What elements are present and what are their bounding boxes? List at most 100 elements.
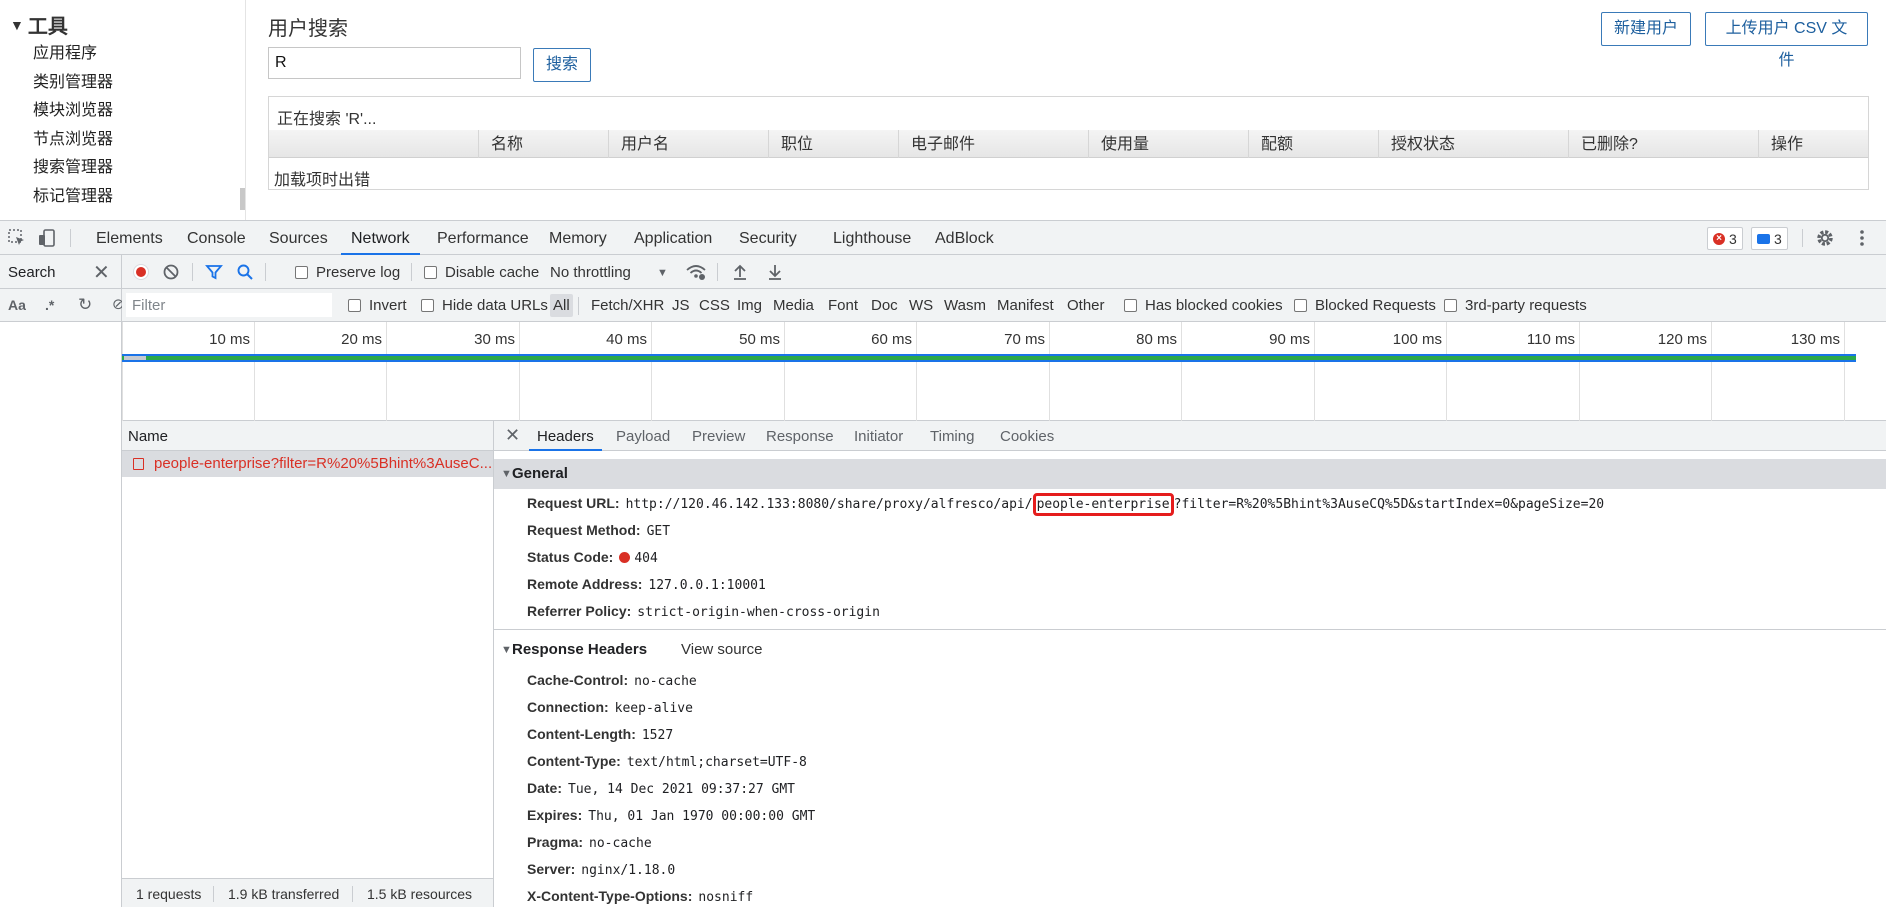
has-blocked-cookies-checkbox[interactable] [1124, 299, 1137, 312]
export-har-icon[interactable] [767, 263, 783, 285]
sidebar-section-label: 工具 [27, 16, 68, 38]
throttling-select[interactable]: No throttling [550, 264, 631, 281]
tab-timing[interactable]: Timing [930, 421, 974, 451]
sidebar-item-applications[interactable]: 应用程序 [33, 40, 113, 69]
error-count-badge[interactable]: × 3 [1707, 227, 1743, 250]
filter-type-all[interactable]: All [550, 294, 573, 317]
clear-log-icon[interactable] [162, 263, 180, 285]
column-header-job-title[interactable]: 职位 [768, 130, 898, 158]
filter-type-js[interactable]: JS [672, 297, 690, 314]
tab-adblock[interactable]: AdBlock [935, 221, 994, 255]
sidebar-item-node-browser[interactable]: 节点浏览器 [33, 126, 113, 155]
user-search-input[interactable] [268, 47, 521, 79]
close-details-icon[interactable]: ✕ [505, 425, 520, 446]
filter-type-font[interactable]: Font [828, 297, 858, 314]
filter-type-img[interactable]: Img [737, 297, 762, 314]
tab-headers[interactable]: Headers [529, 421, 602, 451]
tab-preview[interactable]: Preview [692, 421, 745, 451]
tab-performance[interactable]: Performance [437, 221, 529, 255]
upload-csv-button[interactable]: 上传用户 CSV 文件 [1705, 12, 1868, 69]
third-party-checkbox[interactable] [1444, 299, 1457, 312]
sidebar-item-search-manager[interactable]: 搜索管理器 [33, 154, 113, 183]
sidebar-item-tag-manager[interactable]: 标记管理器 [33, 183, 113, 212]
filter-type-media[interactable]: Media [773, 297, 814, 314]
request-waiting-segment [124, 356, 146, 360]
close-icon[interactable]: ✕ [93, 260, 110, 285]
tab-elements[interactable]: Elements [96, 221, 163, 255]
column-header-auth-status[interactable]: 授权状态 [1378, 130, 1568, 158]
sidebar-scrollbar[interactable] [240, 188, 245, 210]
tab-application[interactable]: Application [634, 221, 712, 255]
response-header-row: Content-Type: text/html;charset=UTF-8 [527, 753, 807, 770]
regex-icon[interactable]: .* [45, 297, 54, 313]
request-name: people-enterprise?filter=R%20%5Bhint%3Au… [154, 455, 493, 472]
filter-type-wasm[interactable]: Wasm [944, 297, 986, 314]
column-header-quota[interactable]: 配额 [1248, 130, 1378, 158]
network-overview-timeline[interactable]: 10 ms 20 ms 30 ms 40 ms 50 ms 60 ms 70 m… [122, 322, 1886, 421]
response-headers-section-header[interactable]: ▼ Response Headers View source [494, 635, 1886, 665]
view-source-link[interactable]: View source [681, 635, 762, 665]
overview-tick: 40 ms [519, 322, 651, 421]
hide-data-urls-checkbox[interactable] [421, 299, 434, 312]
message-count-badge[interactable]: 3 [1751, 227, 1788, 250]
more-options-icon[interactable] [1852, 228, 1872, 248]
request-row[interactable]: people-enterprise?filter=R%20%5Bhint%3Au… [122, 451, 493, 477]
tab-lighthouse[interactable]: Lighthouse [833, 221, 911, 255]
column-header-email[interactable]: 电子邮件 [898, 130, 1088, 158]
request-url-value[interactable]: http://120.46.142.133:8080/share/proxy/a… [626, 493, 1604, 516]
invert-checkbox[interactable] [348, 299, 361, 312]
search-status: 正在搜索 'R'... [277, 111, 377, 128]
new-user-button[interactable]: 新建用户 [1601, 12, 1692, 46]
request-list-header-name[interactable]: Name [122, 421, 493, 451]
column-header-usage[interactable]: 使用量 [1088, 130, 1248, 158]
tab-console[interactable]: Console [187, 221, 246, 255]
filter-type-manifest[interactable]: Manifest [997, 297, 1054, 314]
tab-response[interactable]: Response [766, 421, 834, 451]
preserve-log-checkbox[interactable] [295, 266, 308, 279]
section-divider [494, 629, 1886, 630]
tab-sources[interactable]: Sources [269, 221, 328, 255]
blocked-requests-checkbox[interactable] [1294, 299, 1307, 312]
general-section-header[interactable]: ▼ General [494, 459, 1886, 489]
filter-type-fetch-xhr[interactable]: Fetch/XHR [591, 297, 664, 314]
sidebar-section-tools[interactable]: ▼ 工具 [10, 10, 68, 39]
chevron-down-icon[interactable]: ▼ [657, 267, 668, 279]
record-button[interactable] [133, 264, 149, 280]
overview-tick: 90 ms [1181, 322, 1314, 421]
tab-memory[interactable]: Memory [549, 221, 607, 255]
column-header-name[interactable]: 名称 [478, 130, 608, 158]
filter-type-other[interactable]: Other [1067, 297, 1105, 314]
refresh-icon[interactable]: ↻ [78, 295, 92, 315]
filter-type-css[interactable]: CSS [699, 297, 730, 314]
tab-payload[interactable]: Payload [616, 421, 670, 451]
response-header-row: Server: nginx/1.18.0 [527, 861, 676, 878]
sidebar-item-module-browser[interactable]: 模块浏览器 [33, 97, 113, 126]
column-header-username[interactable]: 用户名 [608, 130, 768, 158]
column-header-deleted[interactable]: 已删除? [1568, 130, 1758, 158]
toolbar-separator [411, 263, 412, 281]
column-header-select[interactable] [269, 130, 478, 158]
inspect-element-icon[interactable] [7, 228, 27, 248]
web-app: ▼ 工具 应用程序 类别管理器 模块浏览器 节点浏览器 搜索管理器 标记管理器 … [0, 0, 1886, 220]
search-button[interactable]: 搜索 [533, 48, 592, 82]
disable-cache-checkbox[interactable] [424, 266, 437, 279]
tab-network[interactable]: Network [341, 221, 420, 255]
sidebar-item-category-manager[interactable]: 类别管理器 [33, 69, 113, 98]
filter-type-ws[interactable]: WS [909, 297, 933, 314]
filter-icon[interactable] [205, 263, 223, 285]
tab-security[interactable]: Security [739, 221, 797, 255]
import-har-icon[interactable] [732, 263, 748, 285]
filter-type-doc[interactable]: Doc [871, 297, 898, 314]
settings-gear-icon[interactable] [1815, 228, 1835, 248]
results-panel: 正在搜索 'R'... 名称 用户名 职位 电子邮件 使用量 配额 授权状态 已… [268, 96, 1869, 190]
match-case-icon[interactable]: Aa [8, 297, 26, 313]
tab-cookies[interactable]: Cookies [1000, 421, 1054, 451]
network-conditions-icon[interactable] [685, 262, 707, 286]
device-toolbar-icon[interactable] [37, 228, 57, 248]
column-header-actions[interactable]: 操作 [1758, 130, 1868, 158]
tab-initiator[interactable]: Initiator [854, 421, 903, 451]
toolbar-separator [192, 263, 193, 281]
filter-input[interactable] [126, 293, 332, 317]
response-header-row: Pragma: no-cache [527, 834, 652, 851]
search-icon[interactable] [236, 263, 254, 285]
